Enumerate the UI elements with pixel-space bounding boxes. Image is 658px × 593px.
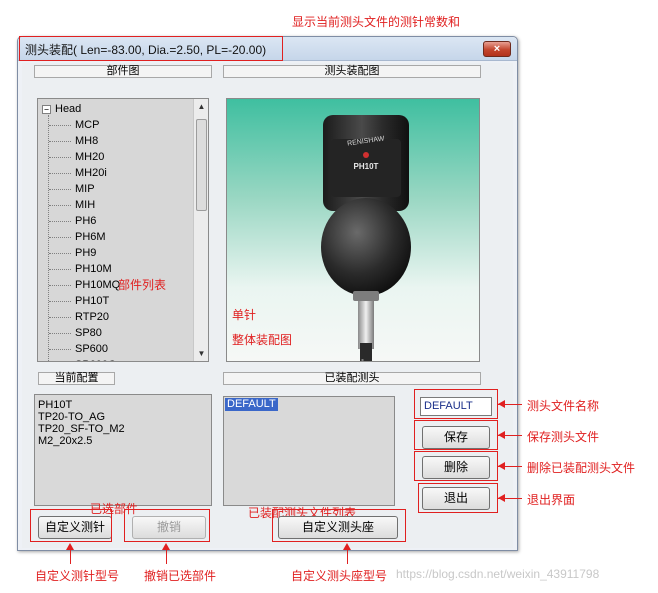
connector-line xyxy=(70,549,71,564)
close-button[interactable]: × xyxy=(483,41,511,57)
tree-connector xyxy=(49,237,71,238)
tree-item[interactable]: SP600Q xyxy=(75,357,117,361)
current-parts-lines: PH10T TP20-TO_AG TP20_SF-TO_M2 M2_20x2.5 xyxy=(38,399,125,447)
tree-item[interactable]: PH9 xyxy=(75,245,96,261)
tree-item[interactable]: PH6M xyxy=(75,229,106,245)
tree-connector xyxy=(49,205,71,206)
tree-item[interactable]: MH20i xyxy=(75,165,107,181)
assembled-probe-list[interactable]: DEFAULT xyxy=(223,396,395,506)
parts-tree[interactable]: − Head MCP MH8 MH20 MH20i MIP MIH PH6 PH6M PH9 PH… xyxy=(37,98,209,362)
tree-connector xyxy=(49,285,71,286)
model-label: PH10T xyxy=(354,162,379,171)
tree-item[interactable]: MIH xyxy=(75,197,95,213)
assembly-preview: RENISHAW PH10T xyxy=(226,98,480,362)
highlight-save xyxy=(414,420,498,450)
annotation-delete-assembled: 删除已装配测头文件 xyxy=(527,461,636,475)
assembly-diagram-header: 测头装配图 xyxy=(223,65,481,78)
arrow-up-icon xyxy=(66,543,74,550)
assembled-probe-header: 已装配测头 xyxy=(223,372,481,385)
current-part-item: M2_20x2.5 xyxy=(38,435,93,447)
annotation-probe-file-name: 测头文件名称 xyxy=(527,399,600,413)
parts-diagram-header: 部件图 xyxy=(34,65,212,78)
tree-connector xyxy=(49,333,71,334)
highlight-file-name xyxy=(414,389,498,419)
tree-connector xyxy=(48,115,49,361)
annotation-custom-stylus-model: 自定义测针型号 xyxy=(35,569,120,583)
tree-item[interactable]: RTP20 xyxy=(75,309,109,325)
current-config-header: 当前配置 xyxy=(38,372,115,385)
scroll-up-icon[interactable]: ▲ xyxy=(194,99,208,114)
annotation-exit-ui: 退出界面 xyxy=(527,493,576,507)
highlight-cancel xyxy=(124,509,210,542)
annotation-save-probe-file: 保存测头文件 xyxy=(527,430,600,444)
collapse-icon[interactable]: − xyxy=(42,104,51,114)
highlight-delete xyxy=(414,451,498,481)
probe-illustration: RENISHAW PH10T xyxy=(321,115,411,361)
close-icon: × xyxy=(493,43,501,55)
current-part-item: TP20-TO_AG xyxy=(38,411,106,423)
current-parts-list[interactable]: PH10T TP20-TO_AG TP20_SF-TO_M2 M2_20x2.5 xyxy=(34,394,212,506)
highlight-custom-stylus xyxy=(30,509,112,542)
tree-item[interactable]: PH10M xyxy=(75,261,112,277)
arrow-up-icon xyxy=(343,543,351,550)
tree-connector xyxy=(49,125,71,126)
highlight-title xyxy=(19,36,283,61)
arrow-left-icon xyxy=(498,431,505,439)
arrow-left-icon xyxy=(498,400,505,408)
tree-connector xyxy=(49,317,71,318)
tree-item[interactable]: MH20 xyxy=(75,149,104,165)
tree-connector xyxy=(49,141,71,142)
scroll-thumb[interactable] xyxy=(196,119,207,211)
current-part-item: PH10T xyxy=(38,399,73,411)
arrow-up-icon xyxy=(162,543,170,550)
connector-line xyxy=(166,549,167,564)
annotation-single-stylus: 单针 xyxy=(232,308,257,322)
tree-root-node[interactable]: − Head xyxy=(42,102,81,116)
tree-connector xyxy=(49,269,71,270)
tree-connector xyxy=(49,189,71,190)
arrow-left-icon xyxy=(498,494,505,502)
current-part-item: TP20_SF-TO_M2 xyxy=(38,423,125,435)
tree-item[interactable]: MCP xyxy=(75,117,99,133)
tree-item[interactable]: PH10T xyxy=(75,293,109,309)
annotation-whole-assembly: 整体装配图 xyxy=(232,333,293,347)
highlight-custom-holder xyxy=(272,509,406,542)
assembled-list-item[interactable]: DEFAULT xyxy=(225,398,278,411)
watermark: https://blog.csdn.net/weixin_43911798 xyxy=(396,567,600,581)
tree-item[interactable]: PH10MQ xyxy=(75,277,120,293)
connector-line xyxy=(347,549,348,564)
highlight-exit xyxy=(418,483,498,513)
tree-connector xyxy=(49,301,71,302)
tree-connector xyxy=(49,253,71,254)
tree-item[interactable]: PH6 xyxy=(75,213,96,229)
annotation-custom-holder-model: 自定义测头座型号 xyxy=(291,569,388,583)
tree-connector xyxy=(49,221,71,222)
tree-connector xyxy=(49,157,71,158)
tree-connector xyxy=(49,349,71,350)
tree-item[interactable]: MH8 xyxy=(75,133,98,149)
tree-root-label: Head xyxy=(55,103,82,115)
annotation-parts-list: 部件列表 xyxy=(118,278,167,292)
arrow-left-icon xyxy=(498,462,505,470)
parts-tree-scrollbar[interactable]: ▲ ▼ xyxy=(193,99,208,361)
annotation-title-note: 显示当前测头文件的测针常数和 xyxy=(292,15,461,29)
tree-item[interactable]: SP600 xyxy=(75,341,108,357)
tree-item[interactable]: SP80 xyxy=(75,325,102,341)
tree-connector xyxy=(49,173,71,174)
scroll-down-icon[interactable]: ▼ xyxy=(194,346,208,361)
screenshot-root: 显示当前测头文件的测针常数和 直径 测头装配( Len=-83.00, Dia.… xyxy=(0,0,658,593)
annotation-undo-selected: 撤销已选部件 xyxy=(144,569,217,583)
tree-item[interactable]: MIP xyxy=(75,181,95,197)
